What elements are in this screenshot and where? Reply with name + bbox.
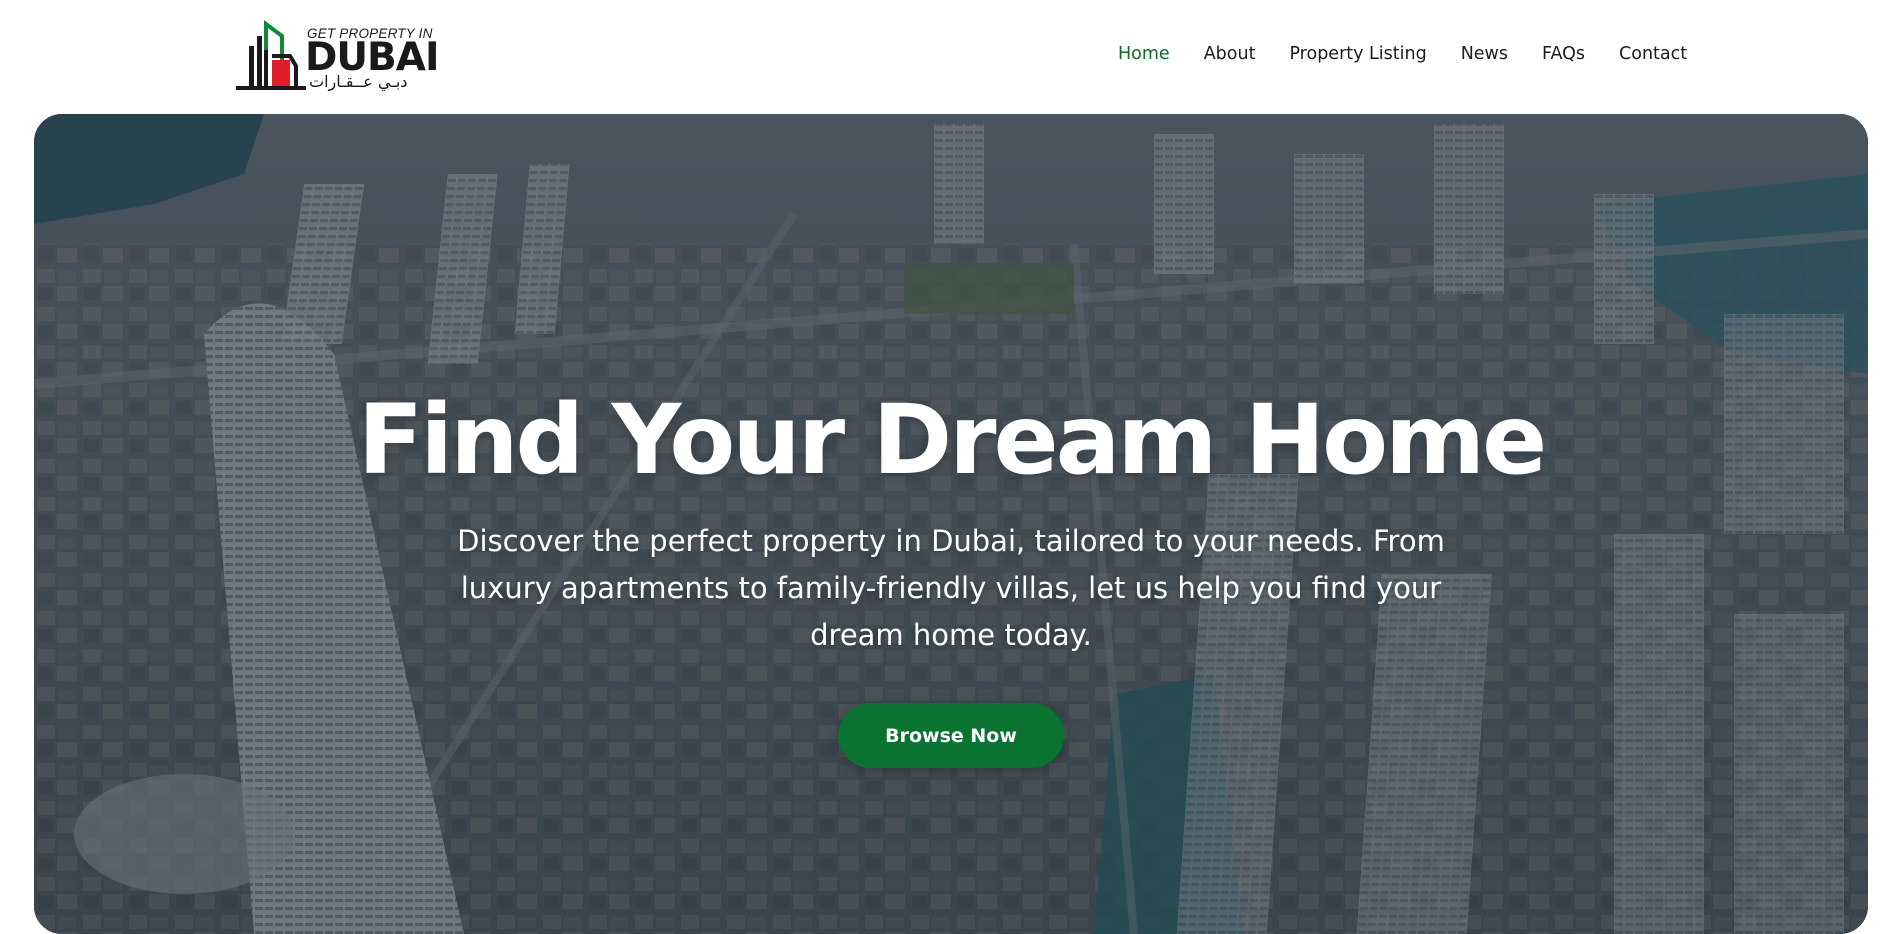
site-header: GET PROPERTY IN DUBAI دبـي عــقـارات Hom…: [0, 0, 1902, 114]
nav-item-faqs[interactable]: FAQs: [1542, 44, 1585, 64]
nav-item-about[interactable]: About: [1204, 44, 1256, 64]
nav-item-contact[interactable]: Contact: [1619, 44, 1687, 64]
main-navigation: Home About Property Listing News FAQs Co…: [1118, 44, 1687, 64]
logo-buildings-icon: [236, 20, 306, 90]
nav-item-property-listing[interactable]: Property Listing: [1289, 44, 1426, 64]
hero-subtitle: Discover the perfect property in Dubai, …: [457, 524, 1445, 652]
nav-item-news[interactable]: News: [1461, 44, 1508, 64]
hero-section: Find Your Dream Home Discover the perfec…: [34, 114, 1868, 934]
hero-title: Find Your Dream Home: [357, 384, 1548, 496]
browse-now-button[interactable]: Browse Now: [838, 703, 1064, 768]
nav-item-home[interactable]: Home: [1118, 44, 1170, 64]
site-logo[interactable]: GET PROPERTY IN DUBAI دبـي عــقـارات: [236, 16, 440, 94]
logo-arabic-name: دبـي عــقـارات: [309, 72, 408, 91]
